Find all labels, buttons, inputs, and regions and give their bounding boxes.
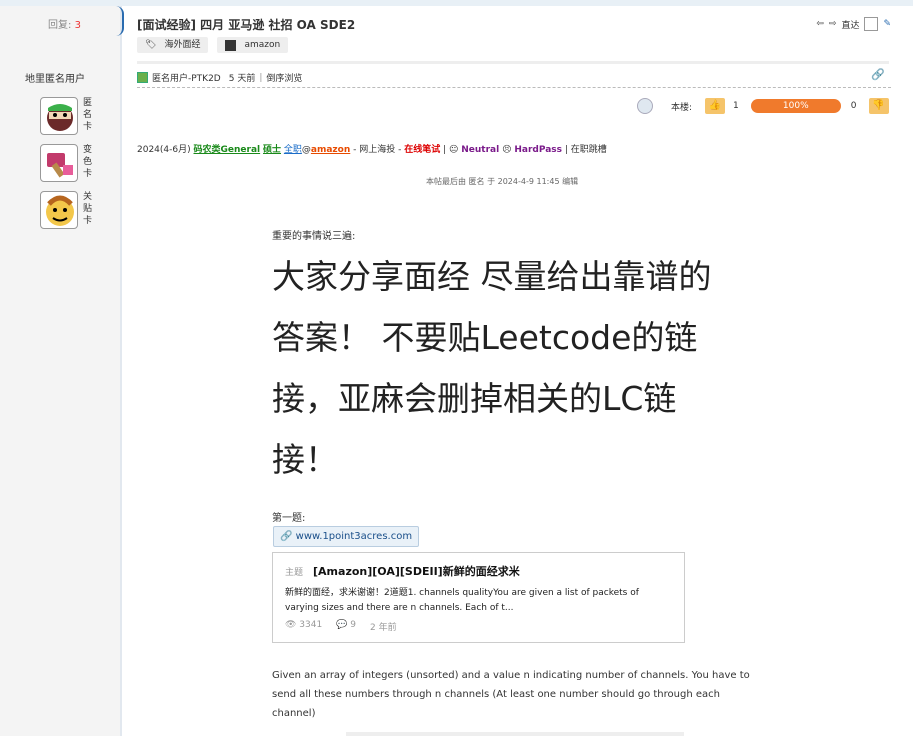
anon-card[interactable]: 匿名卡 <box>40 97 120 135</box>
degree-link[interactable]: 硕士 <box>263 145 281 155</box>
post-title: [面试经验] 四月 亚马逊 社招 OA SDE2 <box>137 18 356 32</box>
ninja-icon <box>40 97 78 135</box>
thumb-up-icon[interactable]: 👍 <box>705 98 726 114</box>
link-icon[interactable]: 🔗 <box>871 68 885 81</box>
author-name[interactable]: 匿名用户-PTK2D <box>152 71 221 84</box>
ref-stats: 👁 3341 💬 9 2 年前 <box>285 620 672 633</box>
reference-card[interactable]: 主题 [Amazon][OA][SDEII]新鲜的面经求米 新鲜的面经，求米谢谢… <box>272 552 685 643</box>
share-icon[interactable] <box>637 98 653 114</box>
reply-count: 回复: 3 <box>48 20 81 31</box>
anon-card-label: 匿名卡 <box>83 98 93 132</box>
post-main: [面试经验] 四月 亚马逊 社招 OA SDE2 🏷 海外面经 amazon ⇦… <box>124 6 913 736</box>
hard-emoji-icon: 😣 <box>502 145 512 155</box>
tag-amazon[interactable]: amazon <box>217 37 289 53</box>
ref-excerpt: 新鲜的面经，求米谢谢！2道题1. channels qualityYou are… <box>285 588 639 613</box>
color-card-label: 变色卡 <box>83 145 93 179</box>
hardpass-label: HardPass <box>514 145 562 155</box>
top-right-tools: ⇦ ⇨ 直达 ✎ <box>816 17 891 31</box>
reply-bracket <box>115 6 124 36</box>
vote-percent-bar: 100% <box>750 99 841 113</box>
tag-label: 海外面经 <box>164 40 201 50</box>
user-avatar-icon <box>137 72 148 83</box>
edited-note: 本帖最后由 匿名 于 2024-4-9 11:45 编辑 <box>426 177 579 186</box>
problem-paragraph: Given an array of integers (unsorted) an… <box>272 670 750 719</box>
neutral-label: Neutral <box>461 145 500 155</box>
replies-stat: 💬 9 <box>336 620 357 630</box>
first-question-label: 第一题: <box>272 513 306 524</box>
company-link[interactable]: amazon <box>311 145 350 155</box>
close-card[interactable]: 关贴卡 <box>40 191 120 229</box>
face-icon <box>40 191 78 229</box>
direct-label: 直达 <box>841 20 860 31</box>
up-count: 1 <box>733 101 739 111</box>
brush-icon <box>40 144 78 182</box>
tag-icon: 🏷 <box>145 40 157 50</box>
vote-bar: 本楼: 👍 1 100% 0 👎 <box>637 98 889 114</box>
important-note: 重要的事情说三遍: <box>272 231 356 242</box>
ref-label: 主题 <box>285 568 304 578</box>
ref-header: 主题 [Amazon][OA][SDEII]新鲜的面经求米 <box>285 563 672 579</box>
thumb-down-icon[interactable]: 👎 <box>868 98 889 114</box>
color-card[interactable]: 变色卡 <box>40 144 120 182</box>
direct-input[interactable] <box>864 17 879 31</box>
edit-icon[interactable]: ✎ <box>883 19 891 29</box>
category-link[interactable]: 码农类General <box>194 145 261 155</box>
type-link[interactable]: 全职 <box>284 145 302 155</box>
big-notice: 大家分享面经 尽量给出靠谱的 答案！ 不要贴Leetcode的链 接，亚麻会删掉… <box>272 257 712 479</box>
prev-arrow-icon[interactable]: ⇦ <box>816 19 824 29</box>
meta-separator: | <box>259 72 263 83</box>
divider <box>137 61 889 64</box>
post-tags: 🏷 海外面经 amazon <box>137 37 289 53</box>
ref-title[interactable]: [Amazon][OA][SDEII]新鲜的面经求米 <box>313 563 520 579</box>
stage-label: 在线笔试 <box>404 145 441 155</box>
amazon-logo-icon <box>225 39 237 51</box>
reverse-order-link[interactable]: 倒序浏览 <box>266 71 302 84</box>
down-count: 0 <box>850 101 857 111</box>
sidebar: 回复: 3 地里匿名用户 匿名卡 变色卡 关贴卡 <box>0 6 122 736</box>
post-meta: 匿名用户-PTK2D 5 天前 | 倒序浏览 <box>137 71 302 84</box>
neutral-emoji-icon: 😐 <box>449 145 459 155</box>
bottom-line <box>346 732 684 736</box>
anon-user-title: 地里匿名用户 <box>25 74 85 85</box>
post-info-line: 2024(4-6月) 码农类General 硕士 全职@amazon - 网上海… <box>137 145 607 155</box>
views-stat: 👁 3341 <box>285 620 323 630</box>
dashed-divider <box>137 87 891 88</box>
tag-overseas[interactable]: 🏷 海外面经 <box>137 37 209 53</box>
url-chip[interactable]: 🔗 www.1point3acres.com <box>273 526 420 547</box>
age-stat: 2 年前 <box>370 623 397 633</box>
post-content: 重要的事情说三遍: 大家分享面经 尽量给出靠谱的 答案！ 不要贴Leetcode… <box>272 227 772 490</box>
next-arrow-icon[interactable]: ⇨ <box>829 19 837 29</box>
post-time: 5 天前 <box>228 74 256 84</box>
floor-label: 本楼: <box>671 102 693 113</box>
tag-label: amazon <box>244 40 281 50</box>
close-card-label: 关贴卡 <box>83 192 93 226</box>
